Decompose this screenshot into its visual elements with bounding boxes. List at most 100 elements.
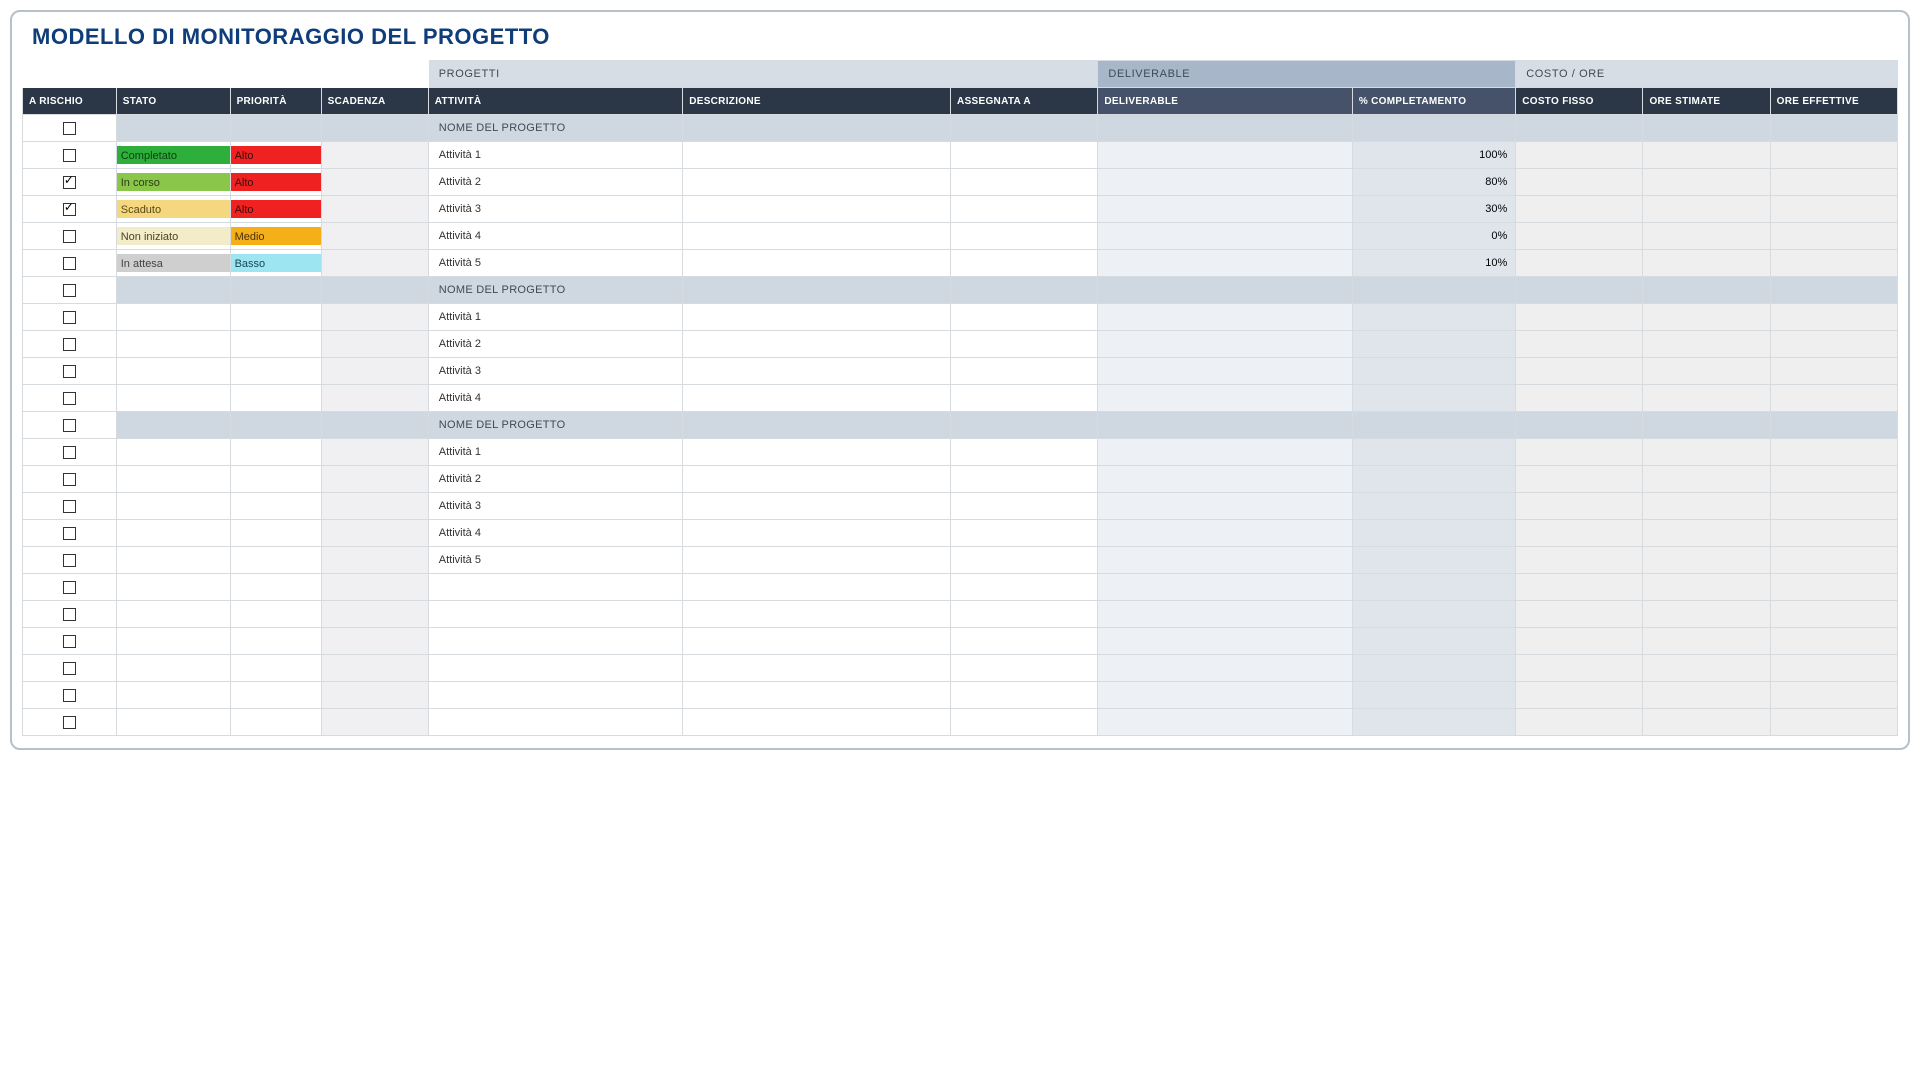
status-cell[interactable]: Non iniziato xyxy=(116,223,230,250)
completion-cell[interactable] xyxy=(1352,466,1515,493)
priority-cell[interactable] xyxy=(230,682,321,709)
assigned-cell[interactable] xyxy=(951,709,1098,736)
cell[interactable] xyxy=(116,412,230,439)
completion-cell[interactable] xyxy=(1352,358,1515,385)
completion-cell[interactable] xyxy=(1352,574,1515,601)
activity-cell[interactable]: Attività 1 xyxy=(428,304,682,331)
status-cell[interactable] xyxy=(116,574,230,601)
activity-cell[interactable] xyxy=(428,655,682,682)
cost-cell[interactable] xyxy=(1516,169,1643,196)
assigned-cell[interactable] xyxy=(951,520,1098,547)
risk-checkbox[interactable] xyxy=(63,419,76,432)
status-cell[interactable] xyxy=(116,493,230,520)
deadline-cell[interactable] xyxy=(321,520,428,547)
description-cell[interactable] xyxy=(683,574,951,601)
deliverable-cell[interactable] xyxy=(1098,493,1352,520)
risk-cell[interactable] xyxy=(23,466,117,493)
cell[interactable] xyxy=(1643,412,1770,439)
deliverable-cell[interactable] xyxy=(1098,439,1352,466)
description-cell[interactable] xyxy=(683,682,951,709)
deadline-cell[interactable] xyxy=(321,169,428,196)
deliverable-cell[interactable] xyxy=(1098,682,1352,709)
description-cell[interactable] xyxy=(683,655,951,682)
effective-hours-cell[interactable] xyxy=(1770,142,1897,169)
hours-cell[interactable] xyxy=(1643,574,1770,601)
risk-checkbox[interactable] xyxy=(63,284,76,297)
assigned-cell[interactable] xyxy=(951,493,1098,520)
cell[interactable] xyxy=(1770,277,1897,304)
cell[interactable] xyxy=(951,115,1098,142)
cell[interactable] xyxy=(951,277,1098,304)
activity-cell[interactable]: Attività 3 xyxy=(428,358,682,385)
deadline-cell[interactable] xyxy=(321,304,428,331)
hours-cell[interactable] xyxy=(1643,601,1770,628)
risk-cell[interactable] xyxy=(23,358,117,385)
assigned-cell[interactable] xyxy=(951,142,1098,169)
cell[interactable] xyxy=(116,115,230,142)
priority-cell[interactable] xyxy=(230,601,321,628)
description-cell[interactable] xyxy=(683,709,951,736)
assigned-cell[interactable] xyxy=(951,331,1098,358)
activity-cell[interactable]: Attività 2 xyxy=(428,331,682,358)
activity-cell[interactable]: Attività 5 xyxy=(428,547,682,574)
effective-hours-cell[interactable] xyxy=(1770,196,1897,223)
deadline-cell[interactable] xyxy=(321,628,428,655)
cost-cell[interactable] xyxy=(1516,655,1643,682)
deadline-cell[interactable] xyxy=(321,331,428,358)
assigned-cell[interactable] xyxy=(951,385,1098,412)
cell[interactable] xyxy=(1098,115,1352,142)
cell[interactable] xyxy=(1098,412,1352,439)
status-cell[interactable] xyxy=(116,655,230,682)
activity-cell[interactable]: Attività 5 xyxy=(428,250,682,277)
cell[interactable] xyxy=(116,277,230,304)
status-cell[interactable] xyxy=(116,331,230,358)
cost-cell[interactable] xyxy=(1516,520,1643,547)
hours-cell[interactable] xyxy=(1643,628,1770,655)
deliverable-cell[interactable] xyxy=(1098,169,1352,196)
priority-cell[interactable] xyxy=(230,439,321,466)
assigned-cell[interactable] xyxy=(951,223,1098,250)
risk-checkbox[interactable] xyxy=(63,149,76,162)
deadline-cell[interactable] xyxy=(321,223,428,250)
priority-cell[interactable]: Basso xyxy=(230,250,321,277)
cost-cell[interactable] xyxy=(1516,358,1643,385)
deliverable-cell[interactable] xyxy=(1098,547,1352,574)
risk-cell[interactable] xyxy=(23,304,117,331)
cost-cell[interactable] xyxy=(1516,547,1643,574)
effective-hours-cell[interactable] xyxy=(1770,466,1897,493)
status-cell[interactable]: Completato xyxy=(116,142,230,169)
assigned-cell[interactable] xyxy=(951,250,1098,277)
risk-cell[interactable] xyxy=(23,547,117,574)
effective-hours-cell[interactable] xyxy=(1770,574,1897,601)
cell[interactable] xyxy=(1770,412,1897,439)
hours-cell[interactable] xyxy=(1643,682,1770,709)
deadline-cell[interactable] xyxy=(321,709,428,736)
risk-checkbox[interactable] xyxy=(63,446,76,459)
description-cell[interactable] xyxy=(683,601,951,628)
deadline-cell[interactable] xyxy=(321,574,428,601)
deadline-cell[interactable] xyxy=(321,466,428,493)
description-cell[interactable] xyxy=(683,331,951,358)
priority-cell[interactable] xyxy=(230,655,321,682)
cell[interactable] xyxy=(1516,115,1643,142)
activity-cell[interactable] xyxy=(428,709,682,736)
description-cell[interactable] xyxy=(683,358,951,385)
section-title[interactable]: NOME DEL PROGETTO xyxy=(428,277,682,304)
risk-checkbox[interactable] xyxy=(63,122,76,135)
status-cell[interactable] xyxy=(116,358,230,385)
effective-hours-cell[interactable] xyxy=(1770,304,1897,331)
priority-cell[interactable] xyxy=(230,304,321,331)
completion-cell[interactable]: 30% xyxy=(1352,196,1515,223)
cell[interactable] xyxy=(321,277,428,304)
completion-cell[interactable] xyxy=(1352,655,1515,682)
risk-cell[interactable] xyxy=(23,196,117,223)
effective-hours-cell[interactable] xyxy=(1770,682,1897,709)
deliverable-cell[interactable] xyxy=(1098,142,1352,169)
priority-cell[interactable] xyxy=(230,331,321,358)
description-cell[interactable] xyxy=(683,196,951,223)
cell[interactable] xyxy=(1643,115,1770,142)
cost-cell[interactable] xyxy=(1516,439,1643,466)
risk-checkbox[interactable] xyxy=(63,338,76,351)
cell[interactable] xyxy=(1352,277,1515,304)
activity-cell[interactable]: Attività 2 xyxy=(428,466,682,493)
